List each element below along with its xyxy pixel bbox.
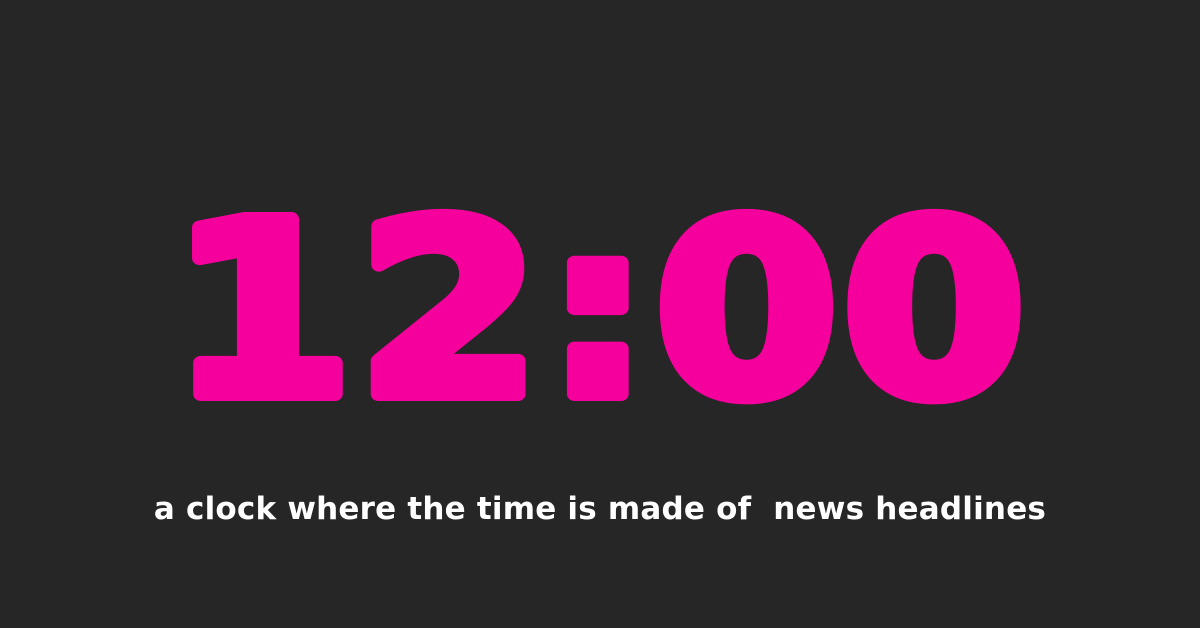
clock-display-svg: 12:00 — [163, 190, 1033, 420]
tagline: a clock where the time is made of news h… — [153, 491, 1047, 527]
clock-display: 12:00 — [160, 190, 1040, 420]
page-canvas: 12:00 a clock where the time is made of … — [0, 0, 1200, 628]
clock-time: 12:00 — [170, 190, 1030, 420]
